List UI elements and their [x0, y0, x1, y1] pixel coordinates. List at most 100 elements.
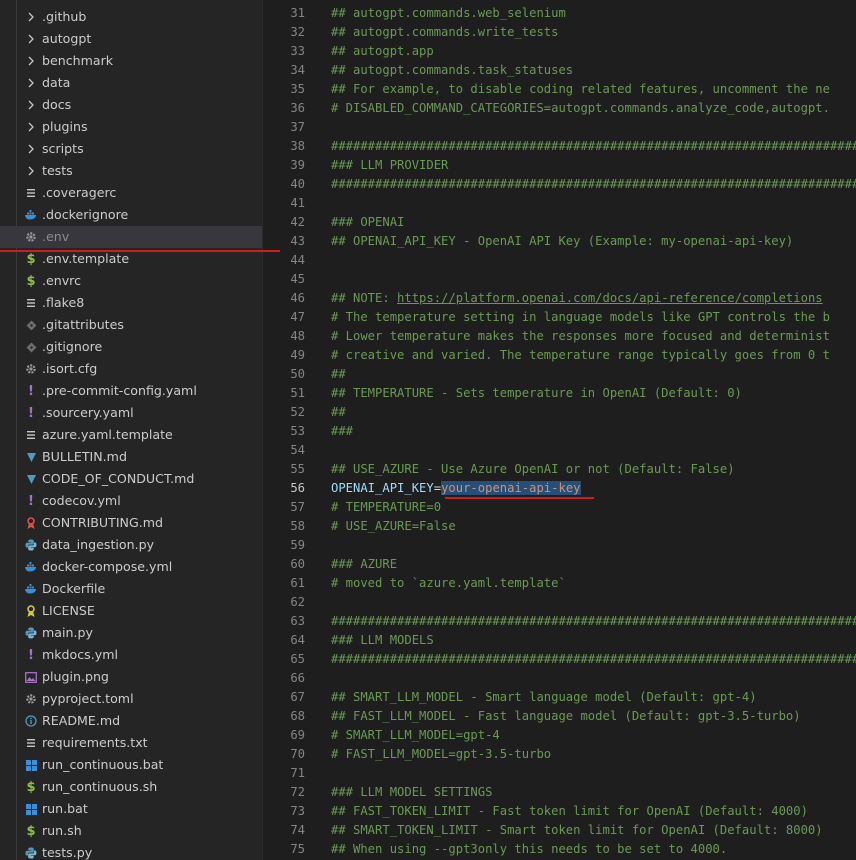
file-item[interactable]: docker-compose.yml	[0, 556, 262, 578]
tree-item-label: plugin.png	[42, 669, 109, 684]
code-text: ### LLM PROVIDER	[331, 157, 449, 172]
code-line[interactable]: 50 ##	[263, 364, 856, 383]
docker-icon	[24, 207, 38, 223]
folder-item[interactable]: docs	[0, 94, 262, 116]
file-item[interactable]: main.py	[0, 622, 262, 644]
code-line[interactable]: 63 ######################################…	[263, 611, 856, 630]
file-item[interactable]: .gitignore	[0, 336, 262, 358]
file-item[interactable]: .coveragerc	[0, 182, 262, 204]
selected-api-key-value[interactable]: your-openai-api-key	[441, 480, 581, 495]
code-line[interactable]: 46 ## NOTE: https://platform.openai.com/d…	[263, 288, 856, 307]
code-line[interactable]: 36 # DISABLED_COMMAND_CATEGORIES=autogpt.…	[263, 98, 856, 117]
code-line[interactable]: 32 ## autogpt.commands.write_tests	[263, 22, 856, 41]
code-line[interactable]: 67 ## SMART_LLM_MODEL - Smart language mo…	[263, 687, 856, 706]
code-editor[interactable]: 31 ## autogpt.commands.web_selenium 32 ## a…	[263, 0, 856, 860]
file-item[interactable]: $ run_continuous.sh	[0, 776, 262, 798]
code-line[interactable]: 38 ######################################…	[263, 136, 856, 155]
folder-item[interactable]: benchmark	[0, 50, 262, 72]
code-line[interactable]: 64 ### LLM MODELS	[263, 630, 856, 649]
folder-item[interactable]: .github	[0, 6, 262, 28]
gear-icon	[24, 361, 38, 377]
tree-item-label: plugins	[42, 119, 88, 134]
file-item[interactable]: $ .envrc	[0, 270, 262, 292]
lines-icon	[24, 295, 38, 311]
code-line[interactable]: 40 ######################################…	[263, 174, 856, 193]
code-line[interactable]: 57 # TEMPERATURE=0	[263, 497, 856, 516]
file-item[interactable]: plugin.png	[0, 666, 262, 688]
file-item[interactable]: LICENSE	[0, 600, 262, 622]
code-line[interactable]: 35 ## For example, to disable coding rela…	[263, 79, 856, 98]
file-item[interactable]: run.bat	[0, 798, 262, 820]
folder-item[interactable]: data	[0, 72, 262, 94]
code-line[interactable]: 33 ## autogpt.app	[263, 41, 856, 60]
code-line[interactable]: 45	[263, 269, 856, 288]
folder-item[interactable]: autogpt	[0, 28, 262, 50]
code-line[interactable]: 70 # FAST_LLM_MODEL=gpt-3.5-turbo	[263, 744, 856, 763]
file-item[interactable]: azure.yaml.template	[0, 424, 262, 446]
file-item[interactable]: .dockerignore	[0, 204, 262, 226]
code-line[interactable]: 60 ### AZURE	[263, 554, 856, 573]
code-line[interactable]: 34 ## autogpt.commands.task_statuses	[263, 60, 856, 79]
tree-item-label: .gitignore	[42, 339, 103, 354]
code-line[interactable]: 74 ## SMART_TOKEN_LIMIT - Smart token lim…	[263, 820, 856, 839]
code-line[interactable]: 39 ### LLM PROVIDER	[263, 155, 856, 174]
code-line[interactable]: 48 # Lower temperature makes the response…	[263, 326, 856, 345]
code-line[interactable]: 75 ## When using --gpt3only this needs to…	[263, 839, 856, 858]
file-item[interactable]: .isort.cfg	[0, 358, 262, 380]
code-line[interactable]: 72 ### LLM MODEL SETTINGS	[263, 782, 856, 801]
file-item[interactable]: BULLETIN.md	[0, 446, 262, 468]
tree-item-label: benchmark	[42, 53, 114, 68]
code-text: ########################################…	[331, 176, 856, 191]
code-line[interactable]: 41	[263, 193, 856, 212]
tree-item-label: README.md	[42, 713, 121, 728]
code-line[interactable]: 65 ######################################…	[263, 649, 856, 668]
code-line[interactable]: 31 ## autogpt.commands.web_selenium	[263, 3, 856, 22]
markdown-icon	[24, 471, 38, 487]
code-line[interactable]: 47 # The temperature setting in language …	[263, 307, 856, 326]
file-item[interactable]: ! codecov.yml	[0, 490, 262, 512]
code-line[interactable]: 55 ## USE_AZURE - Use Azure OpenAI or not…	[263, 459, 856, 478]
code-line[interactable]: 61 # moved to `azure.yaml.template`	[263, 573, 856, 592]
file-item[interactable]: .gitattributes	[0, 314, 262, 336]
code-line[interactable]: 51 ## TEMPERATURE - Sets temperature in O…	[263, 383, 856, 402]
folder-item[interactable]: tests	[0, 160, 262, 182]
file-item[interactable]: requirements.txt	[0, 732, 262, 754]
code-text: ########################################…	[331, 651, 856, 666]
file-item[interactable]: ! .pre-commit-config.yaml	[0, 380, 262, 402]
file-item[interactable]: .env	[0, 226, 262, 248]
code-line[interactable]: 71	[263, 763, 856, 782]
file-item[interactable]: ! .sourcery.yaml	[0, 402, 262, 424]
file-item[interactable]: ! mkdocs.yml	[0, 644, 262, 666]
lines-icon	[24, 185, 38, 201]
code-line[interactable]: 44	[263, 250, 856, 269]
code-line[interactable]: 52 ##	[263, 402, 856, 421]
code-line[interactable]: 54	[263, 440, 856, 459]
code-line[interactable]: 73 ## FAST_TOKEN_LIMIT - Fast token limit…	[263, 801, 856, 820]
code-line[interactable]: 68 ## FAST_LLM_MODEL - Fast language mode…	[263, 706, 856, 725]
code-line[interactable]: 53 ###	[263, 421, 856, 440]
file-item[interactable]: data_ingestion.py	[0, 534, 262, 556]
line-number: 39	[290, 157, 305, 172]
folder-item[interactable]: plugins	[0, 116, 262, 138]
code-line[interactable]: 58 # USE_AZURE=False	[263, 516, 856, 535]
file-item[interactable]: README.md	[0, 710, 262, 732]
file-item[interactable]: run_continuous.bat	[0, 754, 262, 776]
code-line[interactable]: 37	[263, 117, 856, 136]
folder-item[interactable]: scripts	[0, 138, 262, 160]
file-item[interactable]: Dockerfile	[0, 578, 262, 600]
code-line[interactable]: 42 ### OPENAI	[263, 212, 856, 231]
code-line[interactable]: 49 # creative and varied. The temperature…	[263, 345, 856, 364]
file-item[interactable]: pyproject.toml	[0, 688, 262, 710]
file-item[interactable]: CODE_OF_CONDUCT.md	[0, 468, 262, 490]
code-line[interactable]: 66	[263, 668, 856, 687]
code-line[interactable]: 62	[263, 592, 856, 611]
code-line[interactable]: 43 ## OPENAI_API_KEY - OpenAI API Key (Ex…	[263, 231, 856, 250]
file-item[interactable]: $ run.sh	[0, 820, 262, 842]
file-item[interactable]: CONTRIBUTING.md	[0, 512, 262, 534]
file-item[interactable]: .flake8	[0, 292, 262, 314]
code-line[interactable]: 59	[263, 535, 856, 554]
file-item[interactable]: tests.py	[0, 842, 262, 860]
code-line[interactable]: 56 OPENAI_API_KEY=your-openai-api-key	[263, 478, 856, 497]
code-line[interactable]: 69 # SMART_LLM_MODEL=gpt-4	[263, 725, 856, 744]
docs-link[interactable]: https://platform.openai.com/docs/api-ref…	[397, 291, 823, 305]
